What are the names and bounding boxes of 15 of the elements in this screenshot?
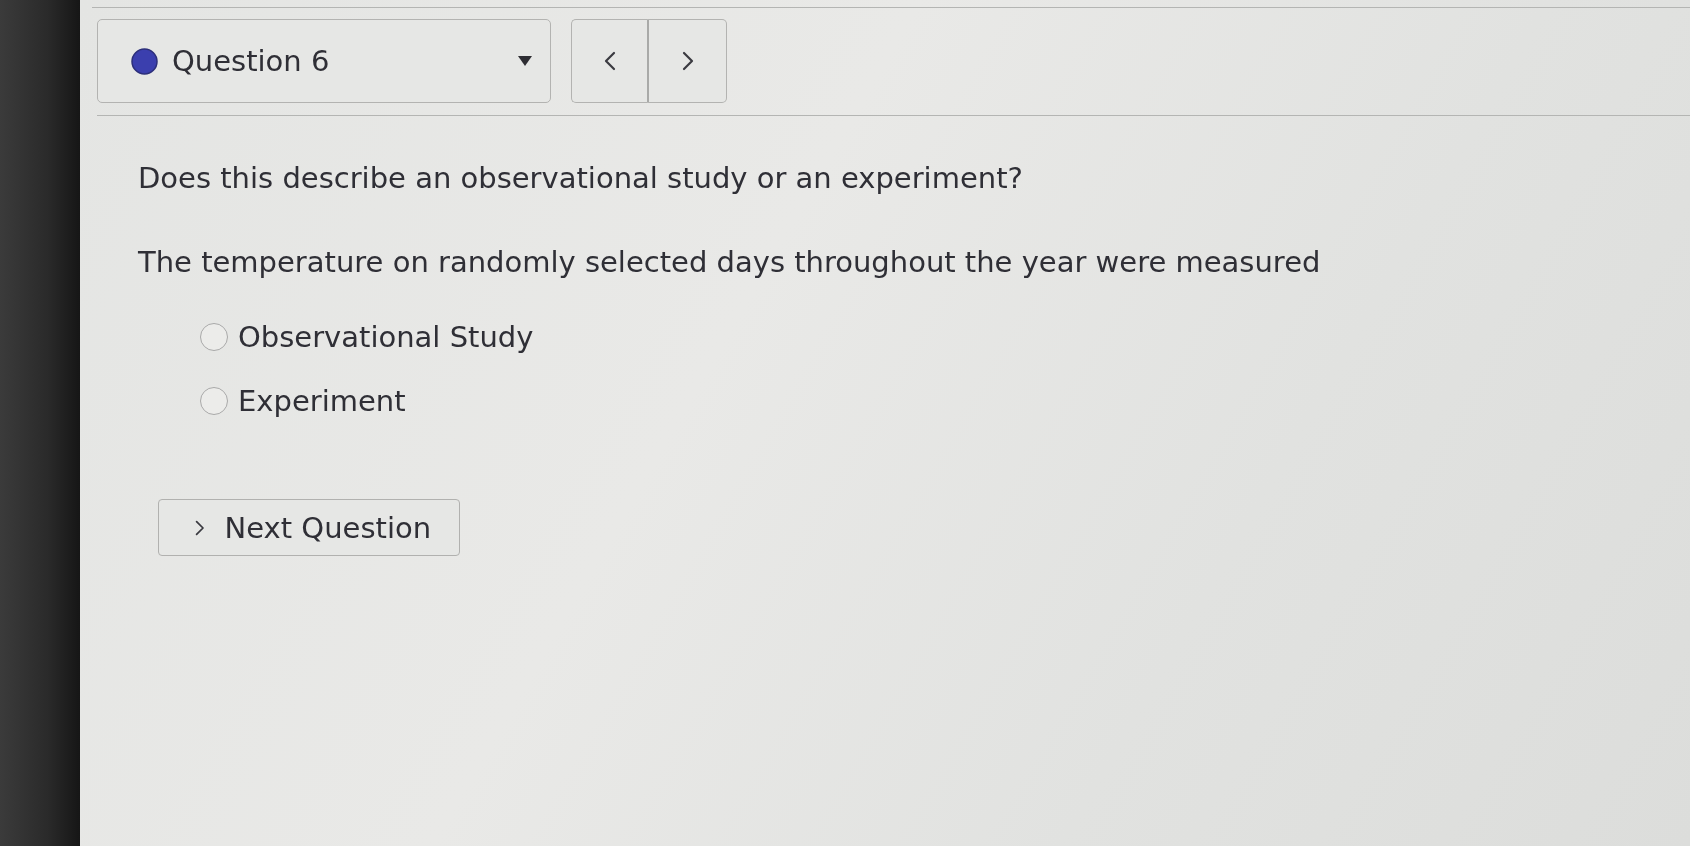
question-selector[interactable]: Question 6 <box>97 19 551 103</box>
caret-down-icon <box>518 56 532 66</box>
question-prompt: Does this describe an observational study or an experiment? <box>138 160 1023 196</box>
question-statement: The temperature on randomly selected days throughout the year were measured <box>138 244 1321 280</box>
next-arrow-button[interactable] <box>649 19 727 103</box>
chevron-left-icon <box>603 51 616 71</box>
option-label[interactable]: Observational Study <box>238 319 534 355</box>
radio-button[interactable] <box>200 323 228 351</box>
status-dot-icon <box>131 47 158 75</box>
chevron-right-icon <box>195 519 205 536</box>
chevron-right-icon <box>681 51 694 71</box>
previous-button[interactable] <box>571 19 649 103</box>
radio-button[interactable] <box>200 387 228 415</box>
next-question-button[interactable]: Next Question <box>158 499 461 556</box>
option-label[interactable]: Experiment <box>238 383 406 419</box>
